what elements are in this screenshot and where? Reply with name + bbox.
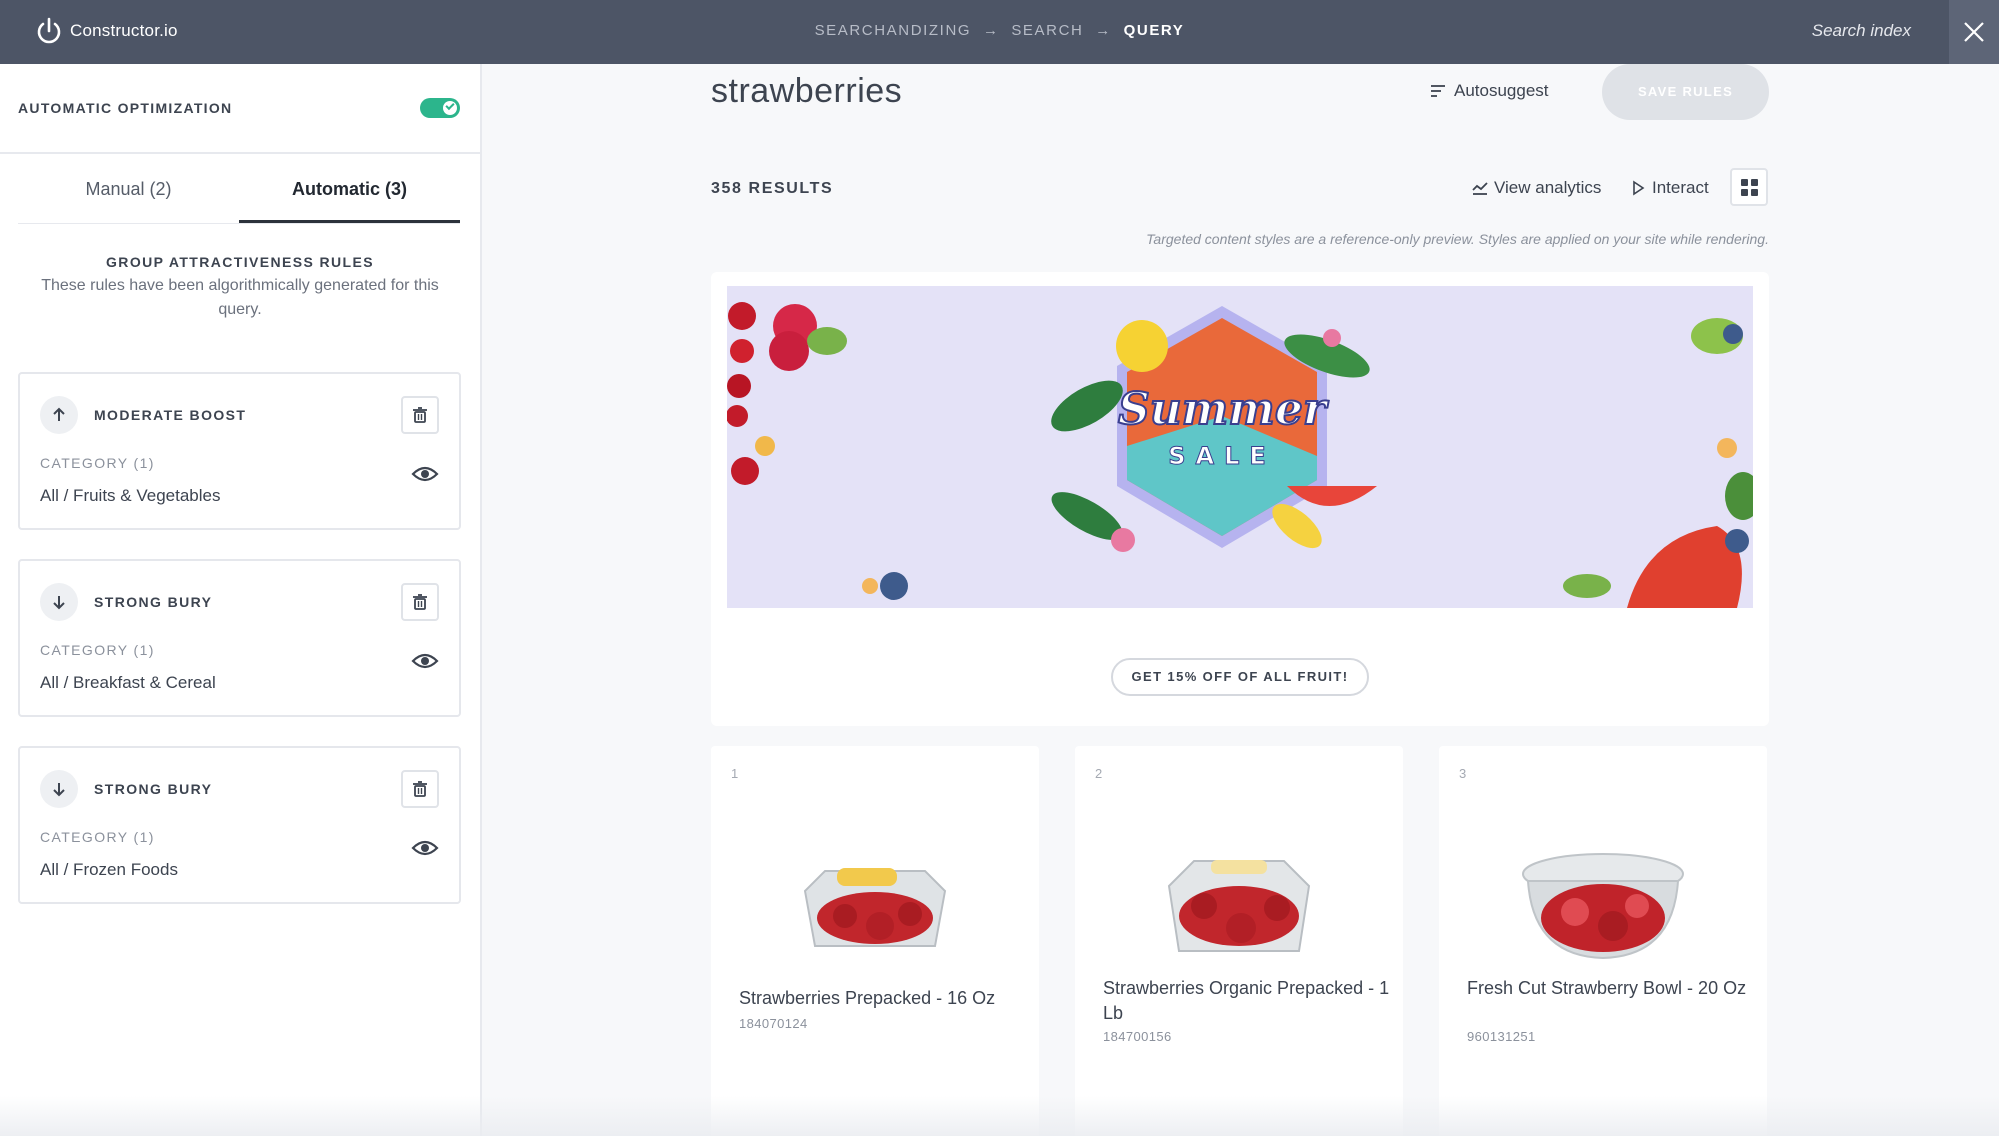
- play-icon: [1633, 180, 1645, 196]
- product-sku: 184070124: [739, 1016, 808, 1031]
- sort-lines-icon: [1431, 85, 1445, 97]
- rule-category-label: CATEGORY (1): [40, 642, 155, 658]
- trash-icon: [413, 407, 427, 423]
- group-header: GROUP ATTRACTIVENESS RULES These rules h…: [0, 224, 480, 322]
- eye-icon[interactable]: [411, 837, 439, 859]
- eye-icon[interactable]: [411, 650, 439, 672]
- breadcrumb-search[interactable]: SEARCH: [1011, 22, 1083, 39]
- product-card[interactable]: 1 Strawberries Prepacked - 16 Oz 1840701…: [711, 746, 1039, 1136]
- automatic-optimization-label: AUTOMATIC OPTIMIZATION: [18, 100, 233, 116]
- view-analytics-label: View analytics: [1494, 178, 1602, 197]
- banner-title-summer: Summer: [1118, 384, 1329, 435]
- product-image: [1522, 853, 1684, 960]
- autosuggest-label: Autosuggest: [1454, 81, 1549, 100]
- grid-view-button[interactable]: [1730, 168, 1768, 206]
- product-name: Strawberries Organic Prepacked - 1 Lb: [1103, 978, 1390, 1023]
- group-title: GROUP ATTRACTIVENESS RULES: [106, 254, 374, 270]
- summer-sale-illustration: Summer SALE: [727, 286, 1753, 608]
- product-rank: 2: [1095, 766, 1103, 781]
- rule-category-value: All / Breakfast & Cereal: [40, 673, 216, 692]
- main-content: strawberries Autosuggest SAVE RULES 358 …: [484, 64, 1999, 1136]
- query-title: strawberries: [711, 72, 903, 110]
- breadcrumb-searchandizing[interactable]: SEARCHANDIZING: [815, 22, 972, 39]
- rule-category-value: All / Frozen Foods: [40, 860, 178, 879]
- results-count: 358 RESULTS: [711, 180, 834, 197]
- rule-card: STRONG BURY CATEGORY (1) All / Breakfast…: [18, 559, 461, 717]
- automatic-optimization-toggle[interactable]: [420, 98, 460, 118]
- breadcrumb-arrow-icon: →: [982, 22, 1000, 39]
- rule-name: STRONG BURY: [94, 781, 213, 797]
- rule-category-value: All / Fruits & Vegetables: [40, 486, 221, 505]
- product-card[interactable]: 3 Fresh Cut Strawberry Bowl - 20 Oz 9601…: [1439, 746, 1767, 1136]
- autosuggest-button[interactable]: Autosuggest: [1430, 81, 1549, 101]
- close-button[interactable]: [1949, 0, 1999, 64]
- rule-card: MODERATE BOOST CATEGORY (1) All / Fruits…: [18, 372, 461, 530]
- interact-button[interactable]: Interact: [1630, 178, 1709, 198]
- delete-rule-button[interactable]: [401, 396, 439, 434]
- rule-name: STRONG BURY: [94, 594, 213, 610]
- product-name: Strawberries Prepacked - 16 Oz: [739, 988, 996, 1008]
- close-icon: [1964, 22, 1984, 42]
- grid-icon: [1740, 178, 1748, 186]
- summer-sale-banner[interactable]: Summer SALE: [727, 286, 1753, 608]
- analytics-icon: [1472, 182, 1488, 195]
- rule-category-label: CATEGORY (1): [40, 829, 155, 845]
- view-analytics-button[interactable]: View analytics: [1472, 178, 1601, 198]
- rules-tabs: Manual (2) Automatic (3): [18, 154, 460, 224]
- eye-icon[interactable]: [411, 463, 439, 485]
- product-rank: 3: [1459, 766, 1467, 781]
- delete-rule-button[interactable]: [401, 583, 439, 621]
- save-rules-button[interactable]: SAVE RULES: [1602, 64, 1769, 120]
- arrow-down-icon: [40, 770, 78, 808]
- product-sku: 184700156: [1103, 1029, 1172, 1044]
- product-image: [803, 868, 947, 947]
- product-rank: 1: [731, 766, 739, 781]
- top-bar: Constructor.io SEARCHANDIZING → SEARCH →…: [0, 0, 1999, 64]
- tab-manual[interactable]: Manual (2): [18, 154, 239, 223]
- rule-category-label: CATEGORY (1): [40, 455, 155, 471]
- delete-rule-button[interactable]: [401, 770, 439, 808]
- rule-name: MODERATE BOOST: [94, 407, 247, 423]
- product-sku: 960131251: [1467, 1029, 1536, 1044]
- search-index-label: Search index: [1811, 21, 1911, 40]
- product-image: [1167, 860, 1311, 952]
- breadcrumb-query: QUERY: [1123, 22, 1185, 39]
- banner-cta-button[interactable]: GET 15% OFF OF ALL FRUIT!: [1111, 658, 1369, 696]
- check-icon: [445, 100, 455, 111]
- product-name: Fresh Cut Strawberry Bowl - 20 Oz: [1467, 978, 1747, 998]
- trash-icon: [413, 594, 427, 610]
- product-card[interactable]: 2 Strawberries Organic Prepacked - 1 Lb …: [1075, 746, 1403, 1136]
- breadcrumb-arrow-icon: →: [1095, 22, 1112, 39]
- rule-card: STRONG BURY CATEGORY (1) All / Frozen Fo…: [18, 746, 461, 904]
- tab-automatic[interactable]: Automatic (3): [239, 154, 460, 223]
- trash-icon: [413, 781, 427, 797]
- rules-sidebar: AUTOMATIC OPTIMIZATION Manual (2) Automa…: [0, 64, 482, 1136]
- banner-card: Summer SALE GET 15% OFF OF ALL FRUIT!: [711, 272, 1769, 726]
- breadcrumb: SEARCHANDIZING → SEARCH → QUERY: [0, 22, 1999, 39]
- banner-title-sale: SALE: [1168, 442, 1276, 470]
- preview-note: Targeted content styles are a reference-…: [1146, 231, 1769, 247]
- arrow-down-icon: [40, 583, 78, 621]
- arrow-up-icon: [40, 396, 78, 434]
- interact-label: Interact: [1652, 178, 1709, 197]
- automatic-optimization-row: AUTOMATIC OPTIMIZATION: [0, 64, 480, 154]
- group-description: These rules have been algorithmically ge…: [41, 277, 439, 318]
